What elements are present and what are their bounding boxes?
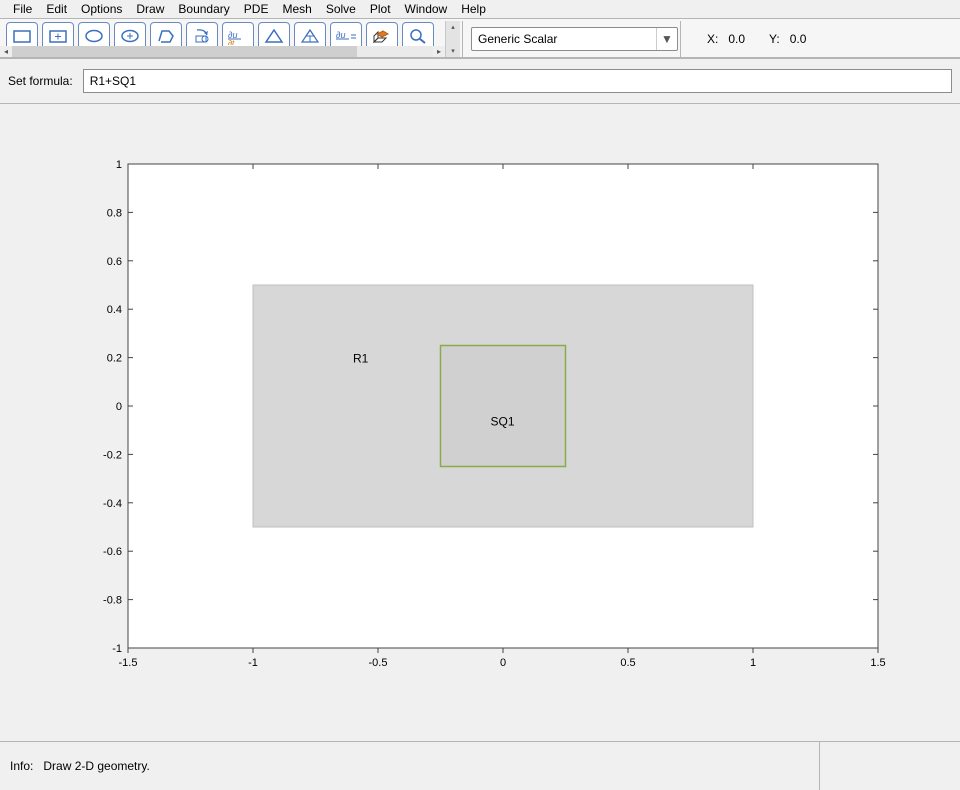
shape-label-R1: R1 [353, 351, 369, 365]
svg-text:1.5: 1.5 [870, 657, 885, 669]
toolbar-h-scrollbar[interactable]: ◂ ▸ [0, 46, 445, 57]
scroll-right-icon[interactable]: ▸ [433, 46, 445, 57]
status-right-pane [820, 742, 960, 790]
svg-text:-0.8: -0.8 [103, 595, 122, 607]
svg-text:0.6: 0.6 [107, 256, 122, 268]
formula-label: Set formula: [8, 74, 73, 88]
formula-bar: Set formula: [0, 59, 960, 104]
svg-text:-0.5: -0.5 [369, 657, 388, 669]
geometry-canvas[interactable]: -1.5 -1 -0.5 0 0.5 1 1.5 -1 -0.8 -0.6 -0.4 -0.2 0 0.2… [88, 128, 958, 728]
svg-text:∂t: ∂t [228, 39, 235, 45]
scroll-track[interactable] [12, 46, 433, 57]
scroll-left-icon[interactable]: ◂ [0, 46, 12, 57]
scroll-thumb[interactable] [12, 46, 357, 57]
svg-text:-0.4: -0.4 [103, 498, 122, 510]
svg-text:-1: -1 [248, 657, 258, 669]
coord-y-value: 0.0 [790, 32, 807, 46]
coord-y-label: Y: [769, 32, 780, 46]
menu-mesh[interactable]: Mesh [275, 1, 318, 17]
svg-text:0.2: 0.2 [107, 353, 122, 365]
separator [680, 21, 681, 57]
svg-text:-0.6: -0.6 [103, 546, 122, 558]
svg-text:0.4: 0.4 [107, 304, 122, 316]
scroll-down-icon[interactable]: ▾ [446, 45, 460, 57]
pde-type-select[interactable]: Generic Scalar ▼ [471, 27, 678, 51]
svg-text:-0.2: -0.2 [103, 449, 122, 461]
scroll-up-icon[interactable]: ▴ [446, 21, 460, 33]
menu-pde[interactable]: PDE [237, 1, 276, 17]
svg-text:-1.5: -1.5 [119, 657, 138, 669]
svg-text:-1: -1 [112, 643, 122, 655]
separator [462, 21, 463, 57]
shape-label-SQ1: SQ1 [491, 414, 515, 428]
menu-options[interactable]: Options [74, 1, 129, 17]
toolbar-scroll-area: ∂u∂t∂u ◂ ▸ [0, 21, 445, 57]
coord-readout: X: 0.0 Y: 0.0 [707, 32, 806, 46]
coord-x-value: 0.0 [728, 32, 745, 46]
svg-text:0: 0 [116, 401, 122, 413]
svg-text:0.5: 0.5 [620, 657, 635, 669]
menu-window[interactable]: Window [398, 1, 455, 17]
chevron-down-icon: ▼ [656, 28, 677, 50]
menu-boundary[interactable]: Boundary [171, 1, 236, 17]
pde-type-selected-label: Generic Scalar [472, 32, 557, 46]
menu-solve[interactable]: Solve [319, 1, 363, 17]
status-text: Draw 2-D geometry. [43, 759, 149, 773]
status-label: Info: [10, 759, 33, 773]
toolbar: ∂u∂t∂u ◂ ▸ ▴ ▾ Generic Scalar ▼ X: 0.0 Y… [0, 18, 960, 59]
status-bar: Info: Draw 2-D geometry. [0, 741, 960, 790]
menu-plot[interactable]: Plot [363, 1, 398, 17]
menu-file[interactable]: File [6, 1, 39, 17]
shape-SQ1[interactable] [441, 346, 566, 467]
coord-x-label: X: [707, 32, 718, 46]
menu-edit[interactable]: Edit [39, 1, 74, 17]
formula-input[interactable] [83, 69, 952, 93]
menu-draw[interactable]: Draw [129, 1, 171, 17]
menu-help[interactable]: Help [454, 1, 493, 17]
svg-text:0.8: 0.8 [107, 207, 122, 219]
svg-text:1: 1 [116, 159, 122, 171]
svg-text:1: 1 [750, 657, 756, 669]
menu-bar: File Edit Options Draw Boundary PDE Mesh… [0, 0, 960, 18]
toolbar-v-scrollbar[interactable]: ▴ ▾ [445, 21, 460, 57]
svg-text:0: 0 [500, 657, 506, 669]
